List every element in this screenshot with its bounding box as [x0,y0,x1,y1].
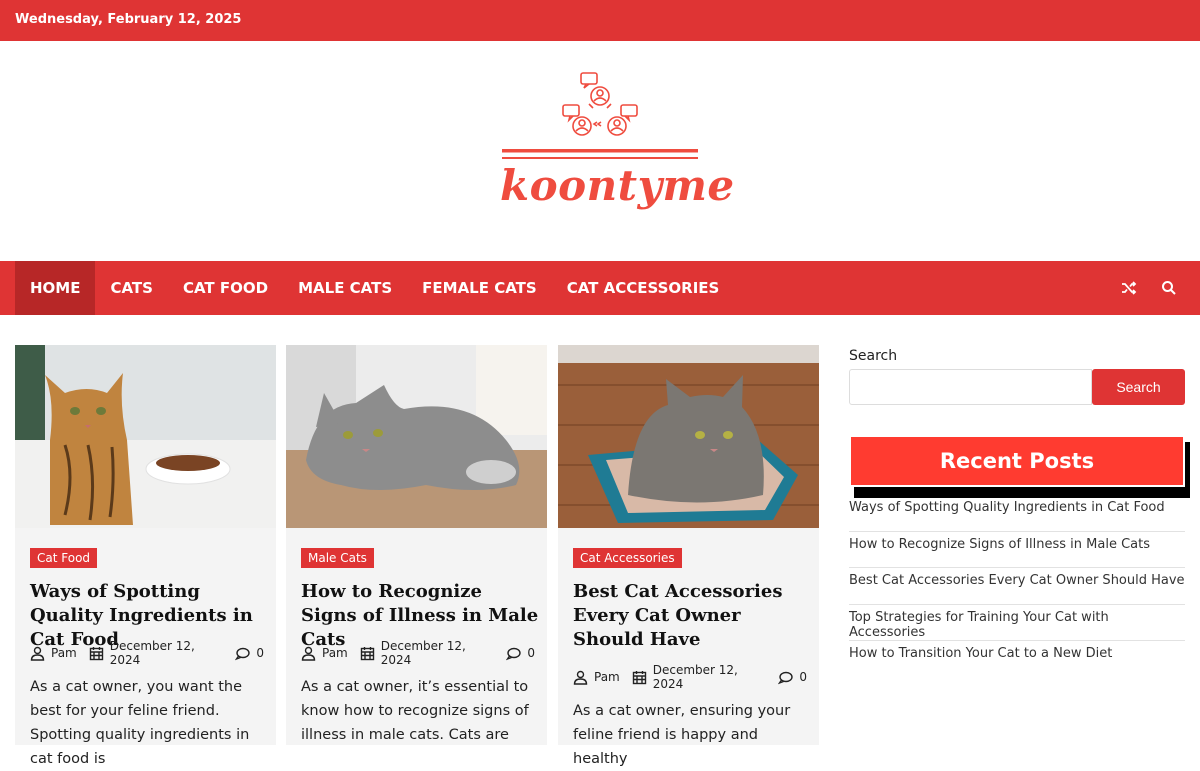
search-label: Search [849,348,898,364]
comment-count[interactable]: 0 [527,646,535,660]
post-author[interactable]: Pam [594,670,620,684]
recent-posts-list: Ways of Spotting Quality Ingredients in … [849,495,1185,678]
user-icon [30,646,45,661]
category-badge[interactable]: Cat Accessories [573,548,682,568]
shuffle-icon[interactable] [1120,279,1138,297]
recent-posts-heading: Recent Posts [849,435,1185,487]
post-title[interactable]: Best Cat Accessories Every Cat Owner Sho… [573,580,813,652]
calendar-icon [360,646,375,661]
recent-post-link[interactable]: Ways of Spotting Quality Ingredients in … [849,495,1185,532]
nav-item-cat-accessories[interactable]: CAT ACCESSORIES [552,261,735,315]
category-badge[interactable]: Male Cats [301,548,374,568]
post-excerpt: As a cat owner, ensuring your feline fri… [573,703,791,767]
search-button[interactable]: Search [1092,369,1185,405]
post-date[interactable]: December 12, 2024 [653,663,767,691]
search-icon[interactable] [1160,279,1178,297]
site-logo[interactable]: koontyme [500,69,735,229]
user-icon [301,646,316,661]
nav-item-female-cats[interactable]: FEMALE CATS [407,261,552,315]
calendar-icon [89,646,104,661]
post-card: Cat Accessories Best Cat Accessories Eve… [558,345,819,767]
nav-item-home[interactable]: HOME [15,261,96,315]
site-title: koontyme [500,161,735,210]
post-meta: Pam December 12, 2024 0 [301,639,547,667]
post-card: Cat Food Ways of Spotting Quality Ingred… [15,345,276,767]
recent-post-link[interactable]: How to Recognize Signs of Illness in Mal… [849,532,1185,568]
nav-item-cats[interactable]: CATS [95,261,168,315]
nav-item-cat-food[interactable]: CAT FOOD [168,261,283,315]
comment-count[interactable]: 0 [256,646,264,660]
post-card: Male Cats How to Recognize Signs of Illn… [286,345,547,745]
recent-post-link[interactable]: Top Strategies for Training Your Cat wit… [849,605,1185,641]
post-image-grey-cat-lying[interactable] [286,345,547,528]
post-image-bengal-cat[interactable] [15,345,276,528]
comment-icon [506,646,522,661]
post-author[interactable]: Pam [322,646,348,660]
comment-count[interactable]: 0 [799,670,807,684]
nav-item-male-cats[interactable]: MALE CATS [283,261,407,315]
comment-icon [235,646,251,661]
site-header: koontyme [0,41,1200,261]
comment-icon [778,670,794,685]
category-badge[interactable]: Cat Food [30,548,98,568]
post-date[interactable]: December 12, 2024 [110,639,224,667]
post-image-cat-in-litter-box[interactable] [558,345,819,528]
post-meta: Pam December 12, 2024 0 [30,639,276,667]
post-author[interactable]: Pam [51,646,77,660]
recent-post-link[interactable]: Best Cat Accessories Every Cat Owner Sho… [849,568,1185,605]
post-meta: Pam December 12, 2024 0 [573,663,819,691]
post-excerpt: As a cat owner, you want the best for yo… [30,679,250,767]
post-date[interactable]: December 12, 2024 [381,639,495,667]
search-input[interactable] [849,369,1092,405]
recent-post-link[interactable]: How to Transition Your Cat to a New Diet [849,641,1185,678]
top-bar: Wednesday, February 12, 2025 [0,0,1200,41]
current-date: Wednesday, February 12, 2025 [15,12,242,27]
logo-people-icon [502,72,698,159]
calendar-icon [632,670,647,685]
user-icon [573,670,588,685]
main-navigation: HOME CATS CAT FOOD MALE CATS FEMALE CATS… [0,261,1200,315]
post-excerpt: As a cat owner, it’s essential to know h… [301,679,529,743]
